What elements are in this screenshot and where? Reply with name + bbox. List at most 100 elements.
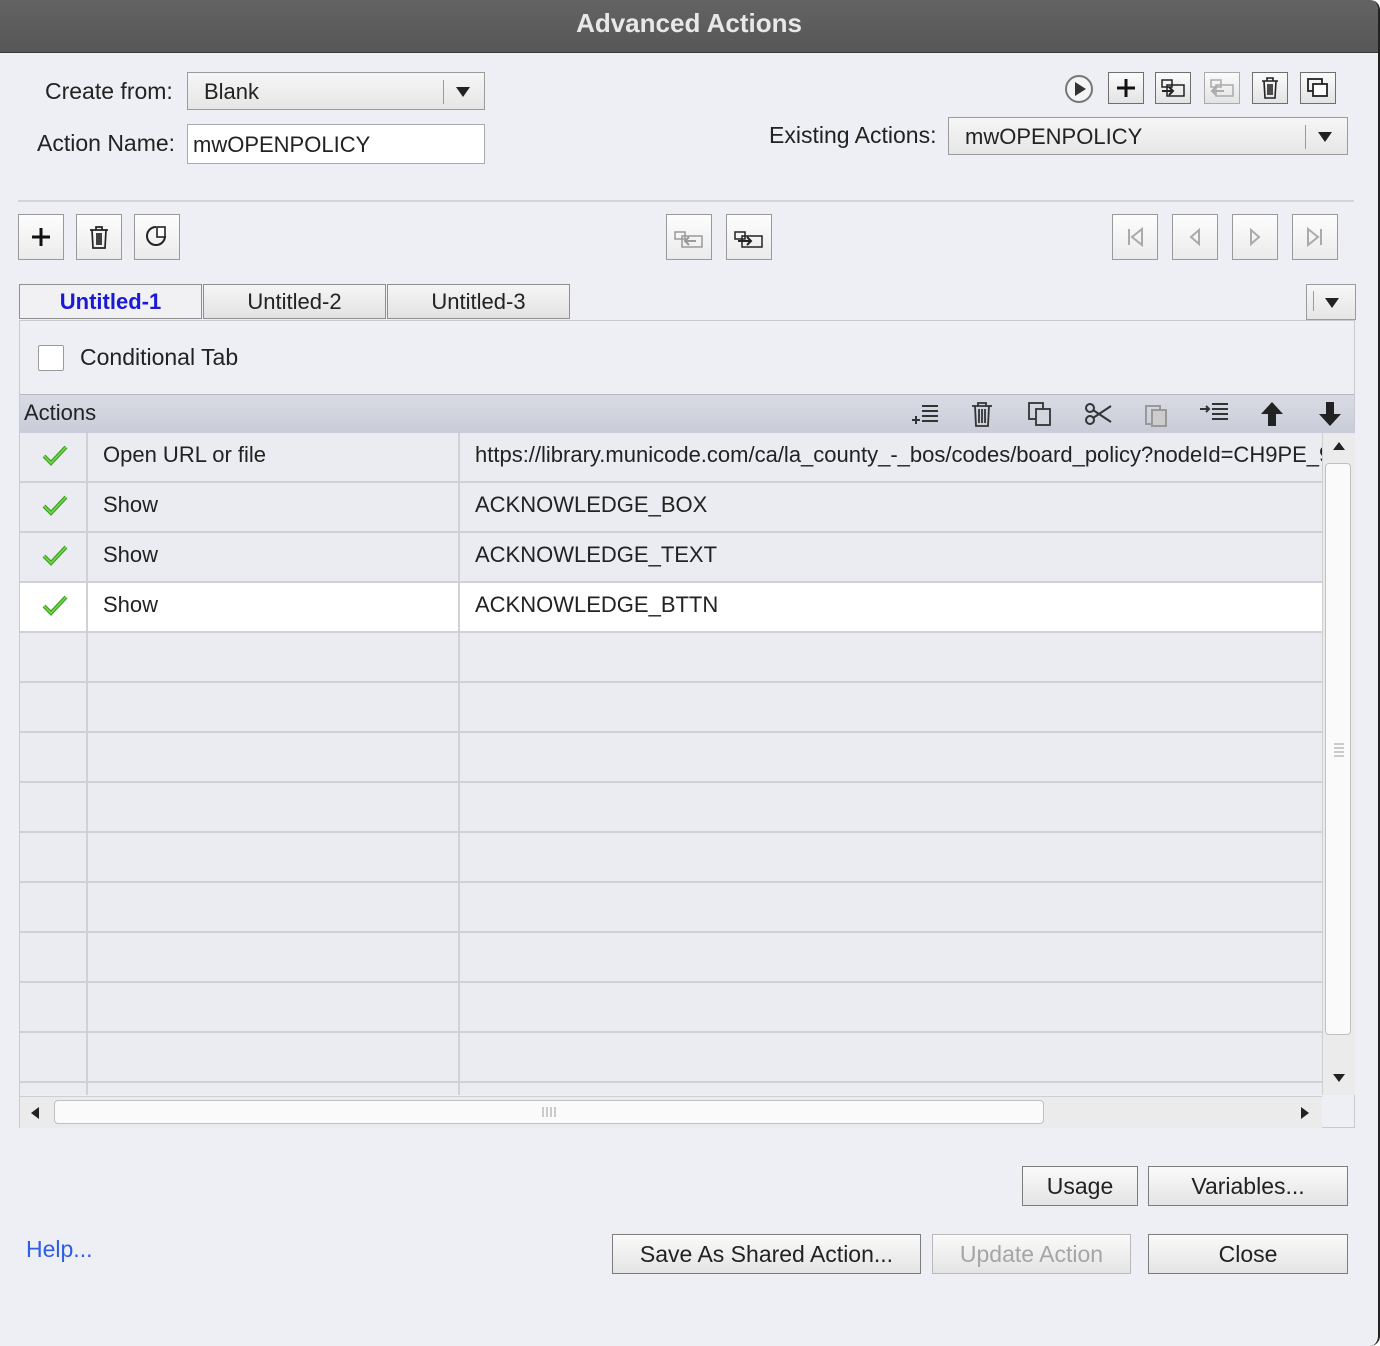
action-cell[interactable]: Show [88, 533, 460, 583]
checkmark-icon [42, 595, 68, 616]
empty-row[interactable] [20, 783, 1322, 833]
table-row[interactable]: Show ACKNOWLEDGE_BOX [20, 483, 1322, 533]
target-cell[interactable]: https://library.municode.com/ca/la_count… [460, 433, 1322, 483]
close-button[interactable]: Close [1148, 1234, 1348, 1274]
table-row[interactable]: Show ACKNOWLEDGE_TEXT [20, 533, 1322, 583]
arrow-up-icon [1261, 402, 1283, 426]
grip-icon [542, 1107, 556, 1117]
previous-decision-button[interactable] [1172, 214, 1218, 260]
indent-row-button[interactable] [1198, 398, 1230, 430]
export-icon [734, 231, 763, 248]
import-icon [674, 231, 703, 248]
paste-row-button[interactable] [1140, 398, 1172, 430]
existing-actions-label: Existing Actions: [769, 122, 937, 148]
export-icon [1210, 79, 1234, 97]
import-decision-button[interactable] [666, 214, 712, 260]
action-cell[interactable]: Show [88, 583, 460, 633]
vertical-scroll-thumb[interactable] [1325, 463, 1351, 1035]
chevron-down-icon [1318, 132, 1332, 142]
paste-icon [1145, 405, 1167, 427]
preview-button[interactable] [1063, 73, 1095, 105]
target-cell[interactable]: ACKNOWLEDGE_BOX [460, 483, 1322, 533]
actions-grid: Open URL or file https://library.municod… [20, 433, 1322, 1095]
scroll-down-icon [1333, 1074, 1345, 1082]
empty-row[interactable] [20, 683, 1322, 733]
import-button[interactable] [1155, 72, 1191, 104]
first-decision-button[interactable] [1112, 214, 1158, 260]
help-link[interactable]: Help... [26, 1236, 92, 1263]
delete-action-button[interactable] [1252, 72, 1288, 104]
delete-row-button[interactable] [966, 398, 998, 430]
import-icon [1161, 79, 1185, 97]
conditional-tab-checkbox[interactable] [38, 345, 64, 371]
delete-decision-button[interactable] [76, 214, 122, 260]
horizontal-scroll-thumb[interactable] [54, 1100, 1044, 1124]
target-cell[interactable]: ACKNOWLEDGE_BTTN [460, 583, 1322, 633]
insert-action-button[interactable] [908, 398, 940, 430]
update-action-button[interactable]: Update Action [932, 1234, 1131, 1274]
export-button[interactable] [1204, 72, 1240, 104]
trash-icon [972, 402, 992, 427]
vertical-scrollbar[interactable] [1322, 433, 1355, 1095]
actions-title: Actions [24, 400, 97, 425]
scroll-right-icon [1301, 1107, 1309, 1119]
existing-actions-value: mwOPENPOLICY [965, 124, 1143, 149]
create-from-value: Blank [204, 79, 260, 104]
empty-row[interactable] [20, 1033, 1322, 1083]
empty-row[interactable] [20, 833, 1322, 883]
table-row-selected[interactable]: Show ACKNOWLEDGE_BTTN [20, 583, 1322, 633]
scroll-up-icon [1333, 442, 1345, 450]
export-decision-button[interactable] [726, 214, 772, 260]
variables-button[interactable]: Variables... [1148, 1166, 1348, 1206]
insert-below-icon [1200, 403, 1228, 420]
target-cell[interactable]: ACKNOWLEDGE_TEXT [460, 533, 1322, 583]
table-row[interactable]: Open URL or file https://library.municod… [20, 433, 1322, 483]
move-down-button[interactable] [1314, 398, 1346, 430]
add-decision-button[interactable] [18, 214, 64, 260]
scissors-icon [1085, 403, 1112, 425]
chevron-down-icon [456, 87, 470, 97]
cut-row-button[interactable] [1082, 398, 1114, 430]
previous-icon [1189, 227, 1200, 247]
last-decision-button[interactable] [1292, 214, 1338, 260]
empty-row[interactable] [20, 883, 1322, 933]
tab-untitled-2[interactable]: Untitled-2 [203, 284, 386, 319]
action-cell[interactable]: Show [88, 483, 460, 533]
divider [18, 200, 1354, 202]
checkmark-icon [42, 545, 68, 566]
move-up-button[interactable] [1256, 398, 1288, 430]
empty-row[interactable] [20, 733, 1322, 783]
copy-decision-button[interactable] [134, 214, 180, 260]
duplicate-action-button[interactable] [1300, 72, 1336, 104]
next-decision-button[interactable] [1232, 214, 1278, 260]
title-bar[interactable]: Advanced Actions [0, 0, 1378, 53]
add-action-button[interactable] [1108, 72, 1144, 104]
tab-untitled-1[interactable]: Untitled-1 [19, 284, 202, 319]
empty-row[interactable] [20, 1083, 1322, 1095]
action-cell[interactable]: Open URL or file [88, 433, 460, 483]
copy-row-button[interactable] [1024, 398, 1056, 430]
usage-button[interactable]: Usage [1022, 1166, 1138, 1206]
tab-untitled-3[interactable]: Untitled-3 [387, 284, 570, 319]
create-from-dropdown[interactable]: Blank [187, 72, 485, 110]
trash-icon [1262, 77, 1278, 99]
tabs-dropdown[interactable] [1306, 284, 1356, 320]
actions-toolbar: Actions [20, 394, 1354, 434]
skip-first-icon [1128, 226, 1143, 248]
create-from-label: Create from: [45, 78, 173, 104]
action-name-field[interactable]: mwOPENPOLICY [187, 124, 485, 164]
scroll-left-icon [31, 1107, 39, 1119]
checkmark-icon [42, 445, 68, 466]
conditional-tab-label: Conditional Tab [80, 344, 239, 370]
advanced-actions-dialog: Advanced Actions Create from: Blank Acti… [0, 0, 1380, 1346]
save-as-shared-action-button[interactable]: Save As Shared Action... [612, 1234, 921, 1274]
plus-icon [1117, 79, 1135, 97]
checkmark-icon [42, 495, 68, 516]
chevron-down-icon [1325, 298, 1339, 308]
empty-row[interactable] [20, 933, 1322, 983]
empty-row[interactable] [20, 633, 1322, 683]
existing-actions-dropdown[interactable]: mwOPENPOLICY [948, 117, 1348, 155]
duplicate-icon [1307, 78, 1328, 97]
horizontal-scrollbar[interactable] [20, 1096, 1322, 1128]
empty-row[interactable] [20, 983, 1322, 1033]
